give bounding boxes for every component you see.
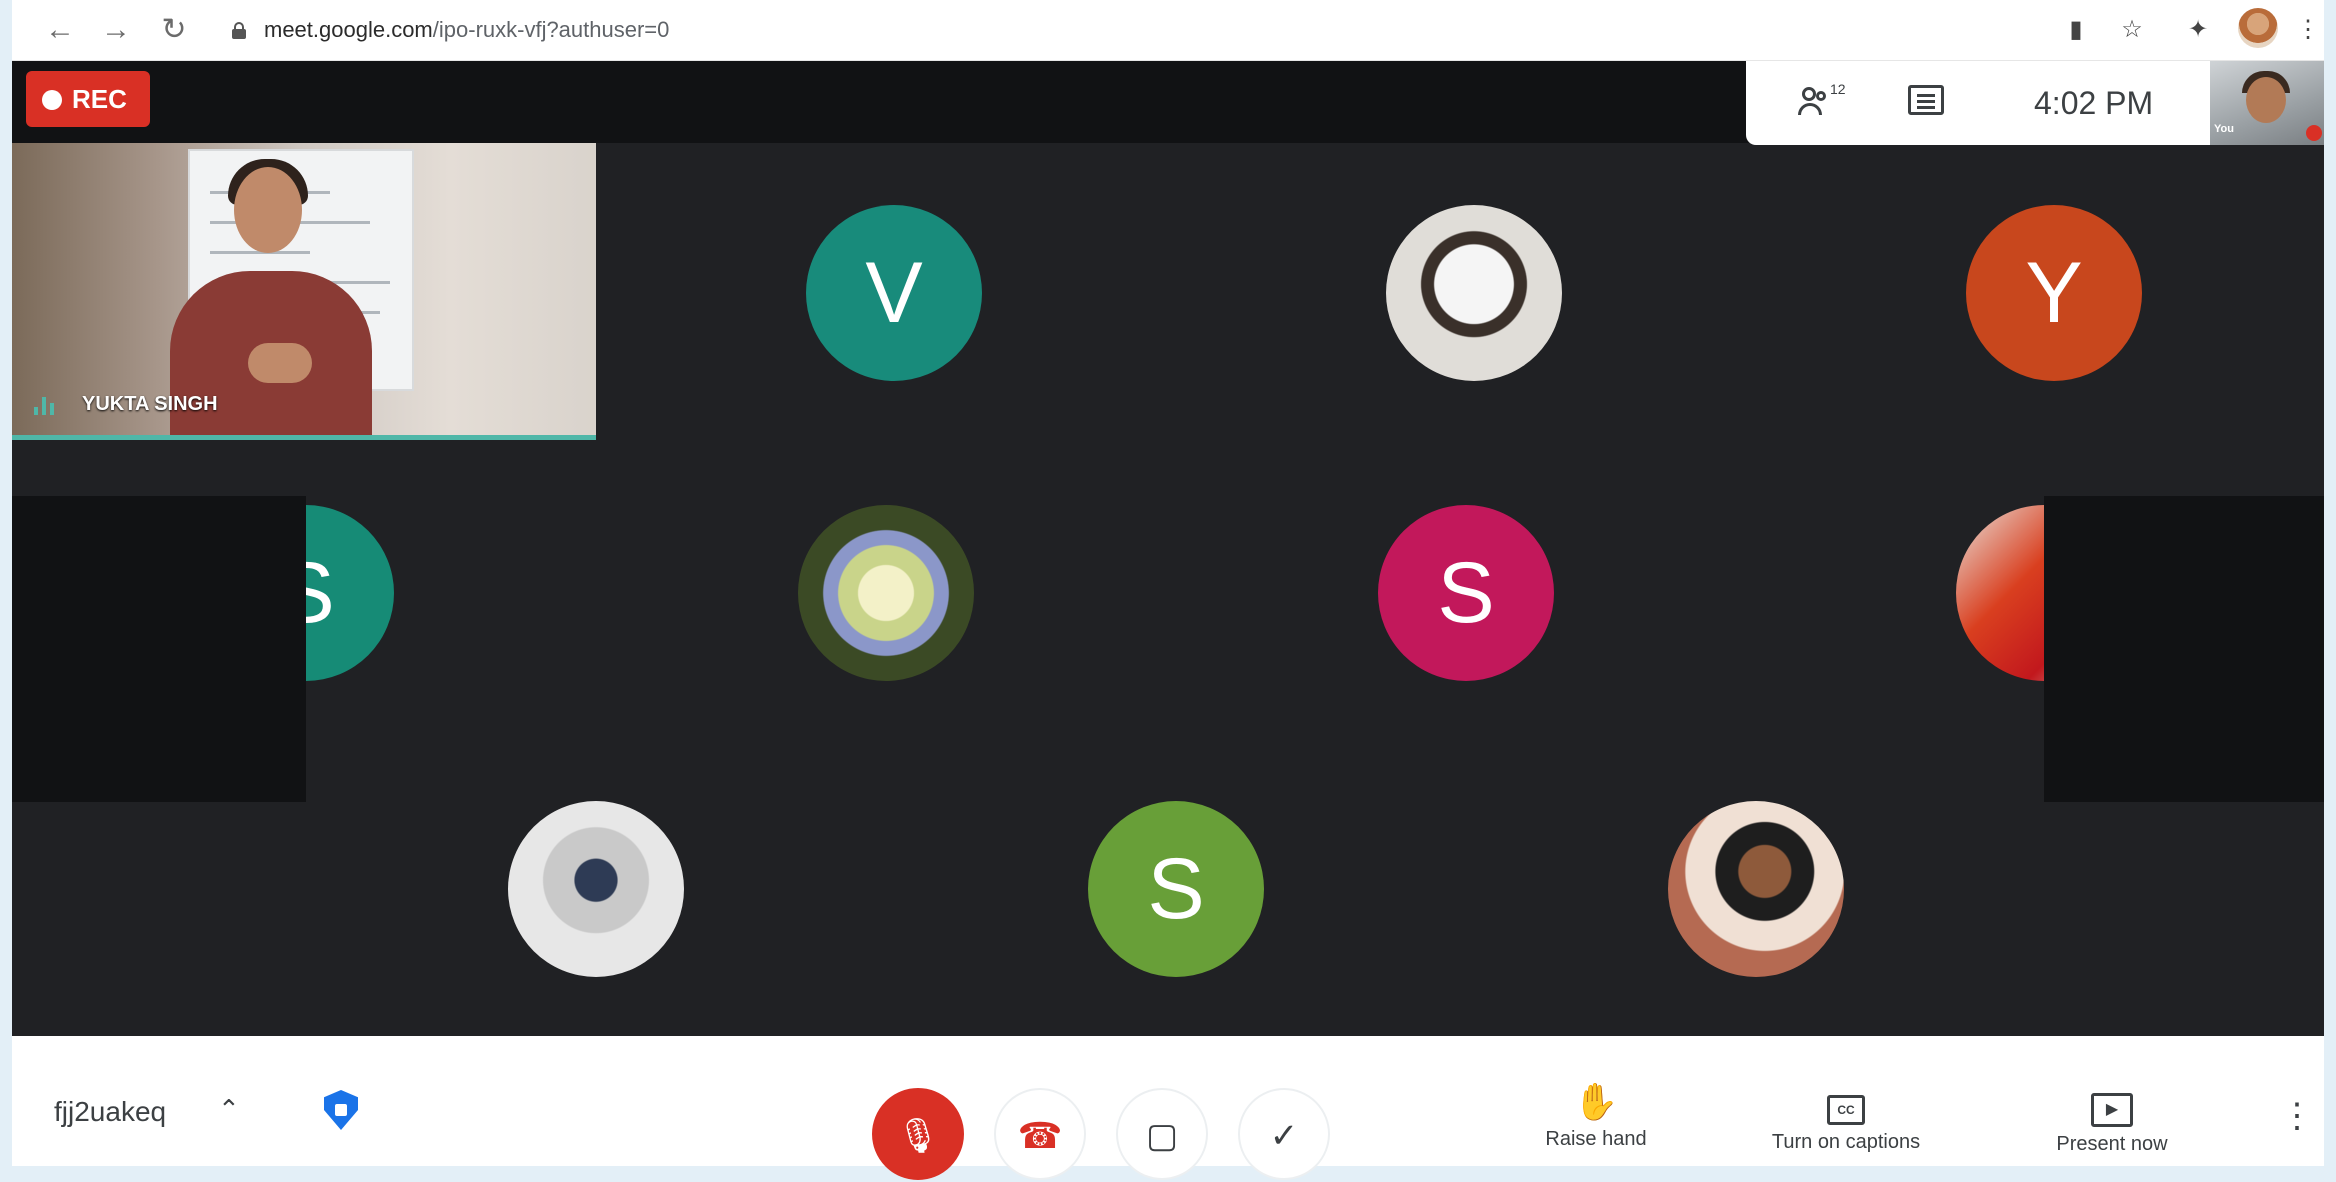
meeting-info-panel: 12 4:02 PM xyxy=(1746,61,2210,145)
hand-icon: ✋ xyxy=(1573,1081,1619,1122)
recording-badge: REC xyxy=(26,71,150,127)
record-dot-icon xyxy=(42,90,62,110)
address-bar[interactable]: meet.google.com/ipo-ruxk-vfj?authuser=0 xyxy=(212,8,2012,52)
more-options-icon[interactable]: ⋮ xyxy=(2280,1096,2314,1136)
microphone-off-button[interactable]: 🎙 xyxy=(872,1088,964,1180)
participant-avatar[interactable]: S xyxy=(1088,801,1264,977)
present-screen-icon: ▶ xyxy=(2091,1093,2133,1127)
browser-menu-icon[interactable]: ⋮ xyxy=(2296,14,2320,46)
self-label: You xyxy=(2214,123,2234,135)
participant-avatar-photo[interactable] xyxy=(1386,205,1562,381)
raise-hand-button[interactable]: ✋ Raise hand xyxy=(1516,1082,1676,1151)
mic-off-icon: 🎙 xyxy=(896,1117,940,1155)
speaking-bar xyxy=(12,435,596,440)
camera-icon[interactable]: ▮ xyxy=(2060,14,2092,46)
chevron-up-icon[interactable]: ⌃ xyxy=(218,1094,240,1125)
meeting-stage: REC 12 4:02 PM You YUKTA SINGH V Y S S S xyxy=(12,61,2324,1036)
checkmark-button[interactable]: ✓ xyxy=(1238,1088,1330,1180)
control-bar: fjj2uakeq ⌃ 🎙 ☎ ▢ ✓ ✋ Raise hand CC Turn… xyxy=(12,1036,2324,1180)
star-icon[interactable]: ☆ xyxy=(2116,14,2148,46)
video-camera-icon: ▢ xyxy=(1145,1117,1179,1155)
speaking-indicator-icon xyxy=(34,395,64,415)
present-now-button[interactable]: ▶ Present now xyxy=(2022,1082,2202,1156)
meeting-clock: 4:02 PM xyxy=(2034,85,2154,121)
notification-dot-icon xyxy=(2306,125,2322,141)
meeting-code[interactable]: fjj2uakeq xyxy=(54,1096,166,1128)
hang-up-icon: ☎ xyxy=(1017,1115,1063,1156)
participant-avatar[interactable]: Y xyxy=(1966,205,2142,381)
presenter-name: YUKTA SINGH xyxy=(82,393,218,415)
back-arrow-icon[interactable]: ← xyxy=(42,12,78,48)
flower-avatar-photo[interactable] xyxy=(798,505,974,681)
participant-avatar[interactable]: V xyxy=(806,205,982,381)
participant-avatar[interactable]: S xyxy=(1378,505,1554,681)
profile-avatar-icon[interactable] xyxy=(2238,8,2278,48)
checkmark-icon: ✓ xyxy=(1269,1117,1299,1155)
screen: ← → ↻ meet.google.com/ipo-ruxk-vfj?authu… xyxy=(0,0,2336,1180)
camera-button[interactable]: ▢ xyxy=(1116,1088,1208,1180)
participant-avatar-photo[interactable] xyxy=(1668,801,1844,977)
end-call-button[interactable]: ☎ xyxy=(994,1088,1086,1180)
participant-avatar-photo[interactable] xyxy=(508,801,684,977)
shield-lock-icon[interactable] xyxy=(324,1090,358,1130)
url-text: meet.google.com/ipo-ruxk-vfj?authuser=0 xyxy=(264,17,670,42)
reload-icon[interactable]: ↻ xyxy=(156,12,192,48)
forward-arrow-icon[interactable]: → xyxy=(98,12,134,48)
participant-count: 12 xyxy=(1830,81,1846,97)
lock-icon xyxy=(232,22,246,39)
presenter-tile[interactable]: YUKTA SINGH xyxy=(12,143,596,440)
captions-button[interactable]: CC Turn on captions xyxy=(1736,1082,1956,1154)
extensions-icon[interactable]: ✦ xyxy=(2182,14,2214,46)
captions-icon: CC xyxy=(1827,1095,1865,1125)
chat-icon[interactable] xyxy=(1908,85,1944,115)
empty-tile xyxy=(2044,496,2324,802)
browser-toolbar: ← → ↻ meet.google.com/ipo-ruxk-vfj?authu… xyxy=(12,0,2324,61)
empty-tile xyxy=(12,496,306,802)
self-view[interactable]: You xyxy=(2210,61,2324,145)
